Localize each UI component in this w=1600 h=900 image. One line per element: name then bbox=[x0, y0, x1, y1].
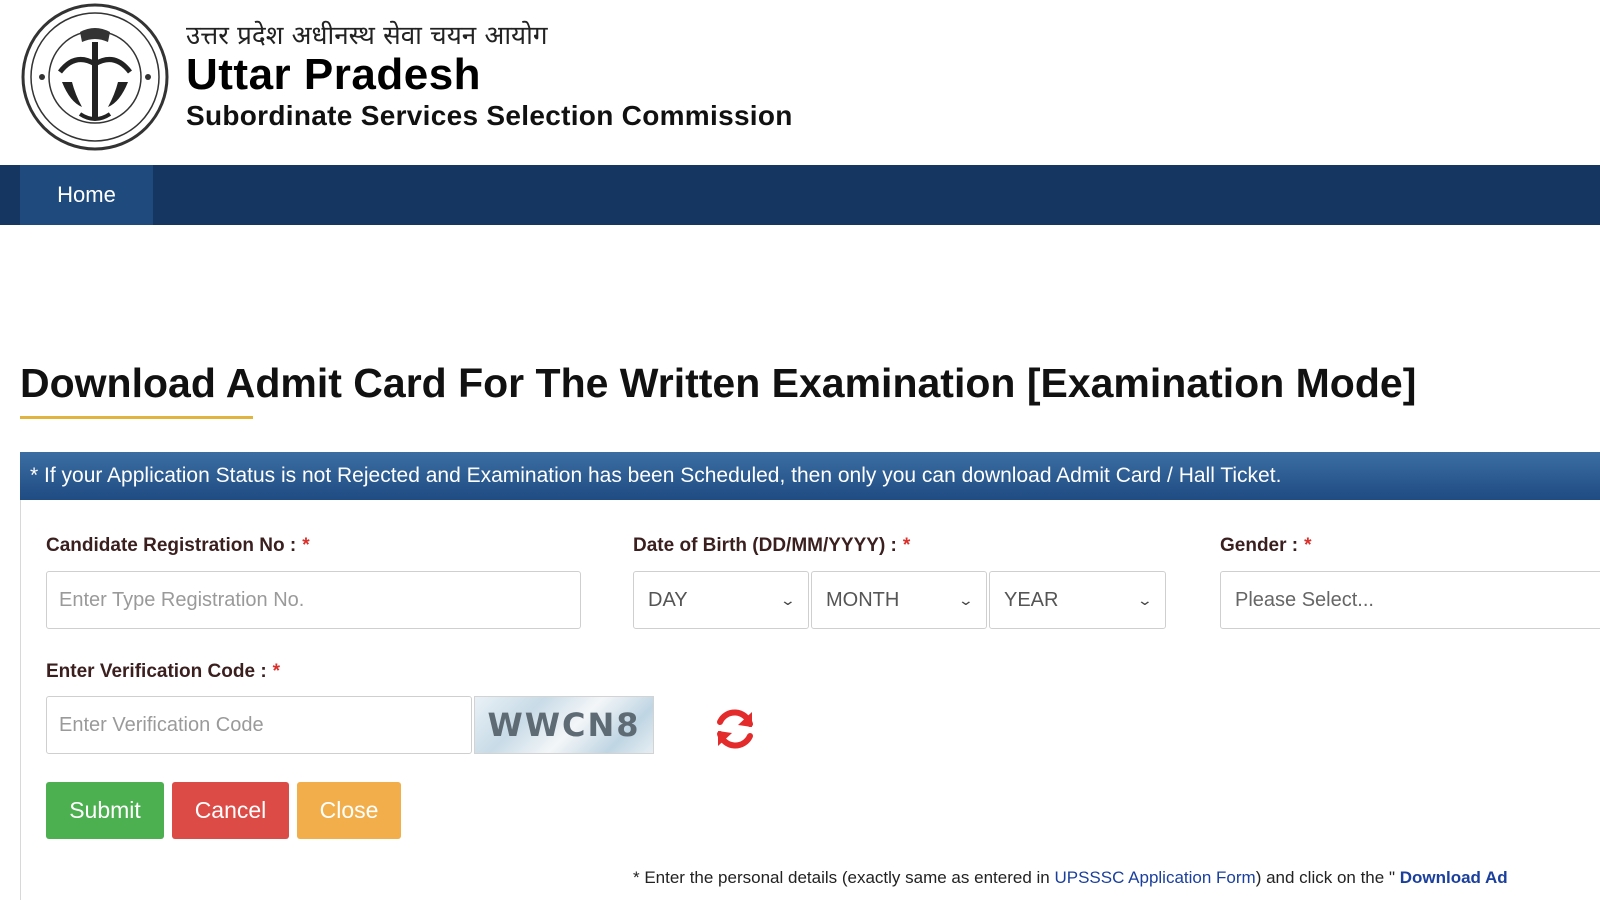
dob-month-value: MONTH bbox=[826, 588, 900, 611]
hindi-org-title: उत्तर प्रदेश अधीनस्थ सेवा चयन आयोग bbox=[186, 21, 548, 51]
submit-button[interactable]: Submit bbox=[46, 782, 164, 839]
registration-input[interactable] bbox=[46, 571, 581, 629]
gender-select[interactable]: Please Select... bbox=[1220, 571, 1600, 629]
footnote-text-1: * Enter the personal details (exactly sa… bbox=[633, 868, 1055, 887]
dob-day-select[interactable]: DAY ⌄ bbox=[633, 571, 809, 629]
gender-label-text: Gender : bbox=[1220, 535, 1299, 556]
registration-label: Candidate Registration No : * bbox=[46, 535, 310, 557]
form-footnote: * Enter the personal details (exactly sa… bbox=[633, 868, 1508, 888]
title-underline bbox=[20, 416, 253, 419]
required-mark: * bbox=[302, 535, 310, 556]
verification-code-input[interactable] bbox=[46, 696, 472, 754]
page-title: Download Admit Card For The Written Exam… bbox=[20, 360, 1417, 406]
dob-year-select[interactable]: YEAR ⌄ bbox=[989, 571, 1166, 629]
verification-label: Enter Verification Code : * bbox=[46, 661, 280, 683]
chevron-down-icon: ⌄ bbox=[1136, 591, 1154, 608]
dob-day-value: DAY bbox=[648, 588, 688, 611]
gender-label: Gender : * bbox=[1220, 535, 1312, 557]
chevron-down-icon: ⌄ bbox=[957, 591, 975, 608]
nav-home-link[interactable]: Home bbox=[20, 165, 153, 225]
close-button[interactable]: Close bbox=[297, 782, 401, 839]
main-navbar: Home bbox=[0, 165, 1600, 225]
required-mark: * bbox=[272, 661, 281, 682]
dob-label-text: Date of Birth (DD/MM/YYYY) : bbox=[633, 535, 897, 556]
required-mark: * bbox=[902, 535, 911, 556]
required-mark: * bbox=[1304, 535, 1312, 556]
footnote-application-form-text: UPSSSC Application Form bbox=[1054, 868, 1256, 887]
footnote-download-text: Download Ad bbox=[1399, 868, 1508, 887]
gender-selected-value: Please Select... bbox=[1235, 588, 1374, 611]
org-subtitle: Subordinate Services Selection Commissio… bbox=[186, 100, 793, 131]
org-title: Uttar Pradesh bbox=[186, 50, 482, 99]
refresh-icon[interactable] bbox=[712, 706, 758, 752]
up-state-emblem-icon bbox=[21, 3, 169, 151]
dob-month-select[interactable]: MONTH ⌄ bbox=[811, 571, 987, 629]
chevron-down-icon: ⌄ bbox=[779, 591, 797, 608]
dob-label: Date of Birth (DD/MM/YYYY) : * bbox=[633, 535, 910, 557]
registration-label-text: Candidate Registration No : bbox=[46, 535, 297, 556]
footnote-text-2: ) and click on the " bbox=[1255, 868, 1400, 887]
site-header: उत्तर प्रदेश अधीनस्थ सेवा चयन आयोग Uttar… bbox=[0, 0, 1600, 165]
notice-bar: * If your Application Status is not Reje… bbox=[20, 452, 1600, 500]
dob-year-value: YEAR bbox=[1004, 588, 1059, 611]
cancel-button[interactable]: Cancel bbox=[172, 782, 289, 839]
verification-label-text: Enter Verification Code : bbox=[46, 661, 267, 682]
captcha-image: WWCN8 bbox=[474, 696, 654, 754]
